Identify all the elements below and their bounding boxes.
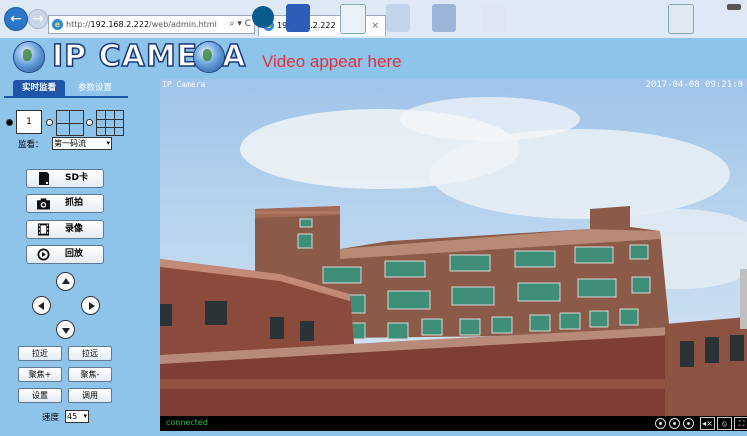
osd-timestamp: 2017-04-08 09:21:0 [645, 80, 743, 90]
layout-nine-icon[interactable] [96, 110, 124, 136]
sidebar-tabs: 实时监看 参数设置 [4, 79, 128, 98]
mute-icon[interactable]: ◂× [700, 417, 715, 430]
layout-selector: 1 [4, 105, 128, 139]
globe-logo-icon [194, 42, 224, 72]
tab-settings[interactable]: 参数设置 [70, 80, 120, 96]
stream-row: 监看： 第一码流 ▾ [18, 137, 128, 151]
record-button[interactable]: 录像 [26, 220, 104, 239]
video-panel[interactable]: IP Camera 2017-04-08 09:21:0 connected ◂… [160, 79, 747, 431]
tab-underline [4, 96, 128, 98]
osd-camera-name: IP Camera [162, 80, 206, 89]
ptz-down-button[interactable] [56, 320, 75, 339]
sd-card-button[interactable]: SD卡 [26, 169, 104, 188]
speed-value: 45 [67, 412, 78, 421]
back-button[interactable]: ← [4, 7, 28, 31]
taskbar-app-icon[interactable] [252, 6, 274, 28]
snapshot-label: 抓拍 [65, 198, 84, 208]
focus-plus-button[interactable]: 聚焦+ [18, 367, 62, 382]
stream-select[interactable]: 第一码流 ▾ [52, 137, 112, 150]
ptz-left-button[interactable] [32, 296, 51, 315]
control-sidebar: 实时监看 参数设置 1 监看： 第一码流 ▾ SD卡 抓拍 录像 回放 拉近 拉 [4, 79, 128, 433]
page-header: IP CAMERA Video appear here [0, 38, 747, 77]
talk-off-icon[interactable]: ⦸ [717, 417, 732, 430]
layout-radio-nine[interactable] [86, 119, 93, 126]
taskbar-app-icon[interactable] [386, 4, 410, 32]
layout-radio-quad[interactable] [46, 119, 53, 126]
stream-value: 第一码流 [54, 139, 86, 148]
connection-status: connected [166, 418, 208, 427]
snapshot-button[interactable]: 抓拍 [26, 194, 104, 213]
sd-card-icon [39, 172, 49, 185]
camera-feed-image [160, 79, 747, 416]
url-path: /web/admin.html [149, 20, 217, 29]
minimize-icon[interactable] [727, 4, 741, 10]
url-prefix: http:// [66, 20, 91, 29]
play-circle-icon [37, 248, 50, 261]
zoom-in-button[interactable]: 拉近 [18, 346, 62, 361]
speed-select[interactable]: 45 ▾ [65, 410, 89, 423]
stream-label: 监看： [18, 140, 44, 150]
taskbar-app-icon[interactable] [340, 4, 366, 34]
globe-logo-icon [14, 42, 44, 72]
url-host: 192.168.2.222 [90, 20, 150, 29]
ie-icon: e [52, 19, 63, 30]
forward-button[interactable]: → [28, 9, 48, 29]
taskbar-app-icon[interactable] [482, 4, 506, 32]
ptz-right-button[interactable] [81, 296, 100, 315]
camera-icon [37, 198, 50, 210]
chevron-down-icon: ▾ [106, 139, 110, 147]
ptz-up-button[interactable] [56, 272, 75, 291]
video-status-bar: connected ◂× ⦸ ⛶ [160, 416, 747, 431]
tab-live-view[interactable]: 实时监看 [13, 80, 65, 96]
playback-button[interactable]: 回放 [26, 245, 104, 264]
zoom-in-icon[interactable] [669, 418, 680, 429]
record-label: 录像 [65, 224, 84, 234]
playback-label: 回放 [65, 249, 84, 259]
layout-quad-icon[interactable] [56, 110, 84, 136]
chevron-down-icon: ▾ [83, 412, 87, 420]
layout-single-icon[interactable]: 1 [16, 110, 42, 134]
browser-tab[interactable]: e192.168.2.222 × [258, 15, 386, 36]
zoom-out-icon[interactable] [655, 418, 666, 429]
speed-label: 速度 [42, 413, 60, 423]
browser-toolbar: ← → e http://192.168.2.222/web/admin.html… [0, 0, 747, 39]
film-icon [37, 223, 50, 236]
address-bar[interactable]: e http://192.168.2.222/web/admin.html ⌕ ▾… [48, 15, 255, 34]
address-tools[interactable]: ⌕ ▾ C [229, 16, 251, 33]
focus-minus-button[interactable]: 聚焦- [68, 367, 112, 382]
taskbar-app-icon[interactable] [668, 4, 694, 34]
taskbar-app-icon[interactable] [286, 4, 310, 32]
zoom-out-button[interactable]: 拉远 [68, 346, 112, 361]
preset-set-button[interactable]: 设置 [18, 388, 62, 403]
layout-radio-single[interactable] [6, 119, 13, 126]
fullscreen-icon[interactable]: ⛶ [734, 417, 747, 430]
taskbar-app-icon[interactable] [432, 4, 456, 32]
video-hint-text: Video appear here [262, 52, 402, 71]
preset-call-button[interactable]: 调用 [68, 388, 112, 403]
sd-card-label: SD卡 [65, 173, 88, 183]
record-dot-icon[interactable] [683, 418, 694, 429]
tab-close-icon[interactable]: × [371, 16, 379, 36]
